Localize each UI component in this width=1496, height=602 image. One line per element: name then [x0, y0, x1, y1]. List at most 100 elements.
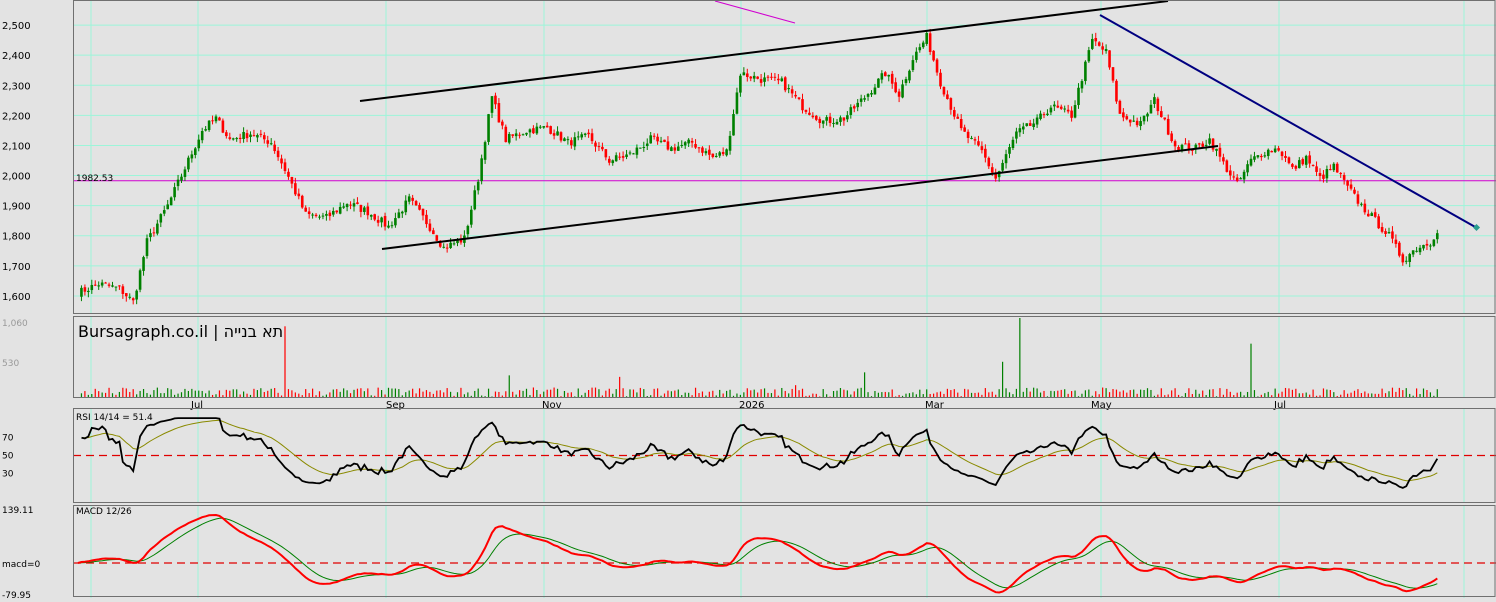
candle — [1166, 118, 1170, 135]
candle — [169, 197, 173, 206]
candle — [756, 76, 759, 79]
volume-bar — [864, 372, 866, 398]
candle — [335, 210, 339, 213]
candle — [576, 136, 580, 138]
candle — [1004, 154, 1008, 164]
candle — [621, 156, 625, 158]
volume-bar — [1143, 389, 1145, 398]
time-axis-label: Sep — [386, 400, 405, 411]
candle — [1122, 112, 1125, 118]
candle — [473, 190, 477, 210]
volume-bar — [1133, 389, 1135, 398]
candle — [1349, 184, 1353, 189]
candle — [480, 158, 483, 182]
volume-bar — [629, 389, 631, 398]
volume-bar — [857, 388, 859, 398]
candle — [131, 298, 135, 301]
candle — [552, 133, 556, 136]
volume-bar — [1295, 388, 1297, 398]
candle — [525, 132, 528, 135]
candle — [1280, 151, 1284, 157]
candle — [949, 98, 953, 110]
candle — [563, 138, 566, 142]
volume-bar — [546, 389, 548, 398]
candle — [1436, 233, 1439, 240]
volume-bar — [532, 387, 534, 398]
candle — [549, 126, 552, 134]
candle — [1380, 226, 1384, 232]
candle — [752, 75, 756, 79]
candle — [1070, 110, 1073, 118]
candle — [1080, 81, 1084, 89]
candle — [1304, 155, 1308, 165]
volume-bar — [919, 389, 921, 398]
volume-bar — [784, 390, 786, 398]
candle — [763, 77, 766, 82]
candle — [1222, 157, 1225, 162]
volume-bar — [719, 389, 721, 398]
volume-bar — [1160, 388, 1162, 398]
volume-bar — [398, 389, 400, 398]
candle — [321, 215, 325, 217]
volume-bar — [1195, 389, 1197, 398]
candle — [1308, 155, 1311, 164]
volume-tick-label: 1,060 — [2, 319, 28, 329]
candle — [852, 106, 856, 109]
candle — [135, 290, 138, 300]
candle — [266, 140, 270, 144]
candle — [356, 202, 359, 204]
volume-bar — [522, 390, 524, 398]
volume-bar — [657, 388, 659, 398]
candle — [1429, 245, 1432, 247]
volume-bar — [839, 388, 842, 398]
volume-bar — [1416, 388, 1418, 398]
candle — [594, 142, 597, 147]
candle — [1101, 46, 1104, 50]
volume-bar — [194, 390, 196, 398]
volume-bar — [1436, 389, 1438, 398]
volume-bar — [487, 388, 490, 398]
candle — [787, 88, 790, 90]
candle — [894, 82, 897, 93]
candle — [1153, 97, 1156, 105]
candle — [625, 154, 628, 158]
volume-bar — [874, 390, 876, 398]
candle — [728, 135, 732, 151]
candle — [1208, 138, 1211, 144]
volume-bar — [667, 390, 669, 398]
candle — [1401, 254, 1405, 263]
candle — [1242, 171, 1246, 180]
volume-bar — [1284, 387, 1287, 398]
candle — [290, 176, 294, 184]
volume-bar — [729, 389, 731, 398]
candle — [690, 140, 694, 143]
candle — [1256, 155, 1260, 158]
chart-window: 2,500 2,400 2,300 2,200 2,100 2,000 1,900 1,800… — [0, 0, 1496, 601]
volume-bar — [505, 391, 507, 398]
volume-bar — [519, 390, 521, 398]
candle — [966, 131, 970, 138]
volume-bar — [591, 387, 593, 398]
volume-bar — [439, 390, 441, 398]
volume-bar — [377, 387, 379, 398]
volume-bar — [791, 388, 793, 398]
candle — [701, 147, 704, 153]
candle — [1335, 163, 1339, 173]
volume-bar — [556, 388, 559, 398]
volume-bar — [763, 388, 766, 398]
volume-bar — [615, 389, 617, 398]
candle — [1022, 126, 1025, 130]
candle — [194, 148, 197, 156]
candle — [235, 138, 238, 140]
candle — [804, 109, 808, 112]
candle — [1225, 160, 1229, 172]
candle — [673, 147, 677, 151]
volume-bar — [218, 390, 221, 398]
candle — [1235, 177, 1239, 181]
candle — [1294, 165, 1298, 169]
candle — [583, 133, 587, 135]
candle — [1204, 144, 1208, 146]
candle — [1398, 242, 1401, 256]
volume-bar — [605, 390, 607, 398]
candle — [1229, 170, 1232, 176]
